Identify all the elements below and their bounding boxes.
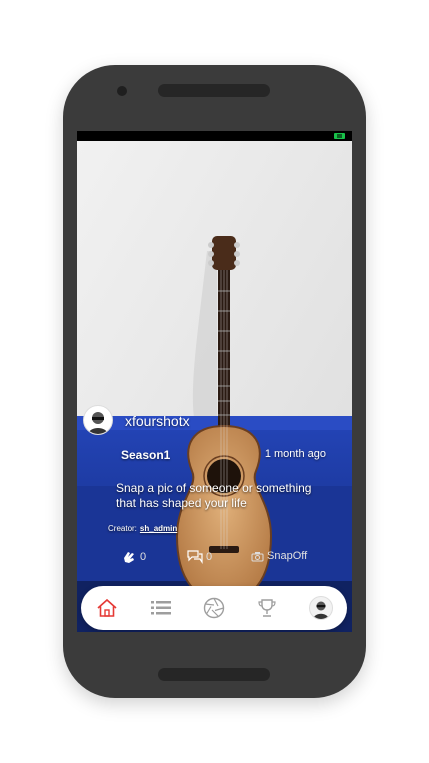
season-label[interactable]: Season1 (121, 448, 170, 462)
post-time: 1 month ago (264, 448, 326, 460)
tab-home[interactable] (95, 596, 119, 620)
aperture-icon (203, 597, 225, 619)
home-icon (97, 598, 117, 617)
trophy-icon (258, 599, 276, 617)
front-camera (117, 86, 127, 96)
camera-icon (251, 551, 264, 561)
list-icon (151, 601, 171, 615)
bottom-tab-bar (81, 586, 347, 630)
comments-icon (187, 550, 203, 564)
clap-button[interactable]: 0 (121, 550, 146, 564)
creator-line: Creator: sh_admin (108, 524, 177, 533)
battery-icon (334, 133, 345, 139)
snapoff-button[interactable]: SnapOff (251, 550, 307, 562)
tab-leaderboard[interactable] (255, 596, 279, 620)
creator-label: Creator: (108, 524, 137, 533)
comments-count: 0 (206, 551, 213, 563)
status-bar (77, 131, 352, 141)
post-username[interactable]: xfourshotx (125, 413, 190, 429)
snapoff-label: SnapOff (267, 550, 308, 562)
creator-link[interactable]: sh_admin (140, 524, 177, 533)
post-author-avatar[interactable] (83, 405, 113, 435)
comments-button[interactable]: 0 (187, 550, 212, 564)
earpiece-speaker (158, 84, 270, 97)
screen: xfourshotx Season1 1 month ago Snap a pi… (77, 131, 352, 632)
clap-icon (124, 552, 134, 563)
bottom-speaker (158, 668, 270, 681)
challenge-prompt: Snap a pic of someone or something that … (116, 481, 312, 510)
post-overlay: xfourshotx Season1 1 month ago Snap a pi… (77, 141, 352, 632)
tab-profile[interactable] (309, 596, 333, 620)
phone-frame: xfourshotx Season1 1 month ago Snap a pi… (63, 65, 366, 698)
clap-count: 0 (140, 551, 147, 563)
tab-snap[interactable] (202, 596, 226, 620)
tab-feed[interactable] (149, 596, 173, 620)
avatar (309, 596, 333, 620)
